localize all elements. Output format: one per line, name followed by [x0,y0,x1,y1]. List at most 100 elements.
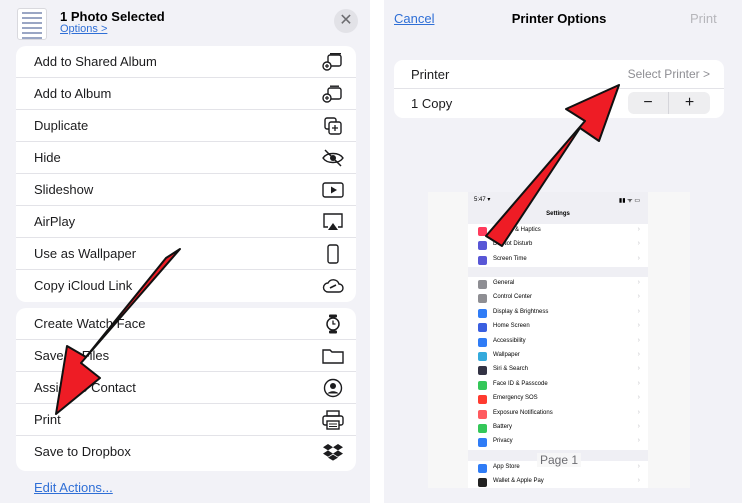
settings-app-icon [478,294,487,304]
list-item-label: Privacy [493,438,513,445]
chevron-right-icon: › [637,408,640,416]
share-sheet-header: 1 Photo Selected Options > ✕ [0,0,370,45]
list-item-label: Wallpaper [493,351,520,358]
action-label: Use as Wallpaper [34,246,137,261]
action-create-watch-face[interactable]: Create Watch Face [16,308,356,340]
action-add-to-album[interactable]: Add to Album [16,78,356,110]
action-label: Assign to Contact [34,380,136,395]
chevron-right-icon: › [637,477,640,485]
options-link[interactable]: Options > [60,23,107,35]
airplay-icon [323,213,343,230]
edit-actions-link[interactable]: Edit Actions... [34,480,113,495]
action-save-to-files[interactable]: Save to Files [16,340,356,372]
copies-row: 1 Copy − + [394,89,724,118]
chevron-right-icon: › [637,307,640,315]
selection-title: 1 Photo Selected [60,9,165,24]
printer-icon [322,410,344,430]
list-item: Battery › [468,421,648,435]
action-assign-to-contact[interactable]: Assign to Contact [16,372,356,404]
list-item: General › [468,277,648,291]
add-album-icon [322,85,342,103]
list-item: Face ID & Passcode › [468,378,648,392]
action-label: AirPlay [34,214,76,229]
list-item-label: Face ID & Passcode [493,380,548,387]
slideshow-play-icon [322,182,344,198]
action-duplicate[interactable]: Duplicate [16,110,356,142]
cloud-link-icon [322,279,344,293]
print-button[interactable]: Print [690,11,717,26]
list-item-label: Siri & Search [493,366,529,373]
action-hide[interactable]: Hide [16,142,356,174]
list-item: Wallet & Apple Pay › [468,475,648,488]
action-copy-icloud-link[interactable]: Copy iCloud Link [16,270,356,302]
actions-group-primary: Add to Shared Album Add to Album Duplica… [16,46,356,302]
settings-app-icon [478,351,487,361]
list-item-label: Wallet & Apple Pay [493,478,544,485]
settings-group-a: Sounds & Haptics › Do Not Disturb › Screen… [468,224,648,268]
list-item: Control Center › [468,291,648,305]
folder-icon [322,349,344,364]
hide-eye-icon [322,149,344,167]
share-sheet-panel: 1 Photo Selected Options > ✕ Add to Shar… [0,0,370,503]
actions-group-secondary: Create Watch Face Save to Files Assign t… [16,308,356,471]
list-item: Screen Time › [468,253,648,267]
action-label: Print [34,412,61,427]
action-label: Save to Dropbox [34,444,131,459]
list-item: Sounds & Haptics › [468,224,648,238]
chevron-right-icon: › [637,279,640,286]
list-item-label: Screen Time [493,255,527,262]
duplicate-icon [324,117,342,135]
list-item: Exposure Notifications › [468,407,648,421]
printer-options-panel: Cancel Printer Options Print Printer Sel… [384,0,742,503]
settings-app-icon [478,395,487,405]
settings-app-icon [478,280,487,289]
settings-app-icon [478,255,487,265]
action-airplay[interactable]: AirPlay [16,206,356,238]
action-use-as-wallpaper[interactable]: Use as Wallpaper [16,238,356,270]
action-label: Add to Album [34,86,112,101]
settings-app-icon [478,227,487,236]
settings-app-icon [478,478,487,488]
close-button[interactable]: ✕ [334,9,358,33]
settings-app-icon [478,308,487,318]
settings-group-b: General › Control Center › Display & Brigh… [468,277,648,450]
chevron-right-icon: › [637,226,640,233]
action-slideshow[interactable]: Slideshow [16,174,356,206]
settings-app-icon [478,366,487,376]
action-label: Hide [34,150,61,165]
action-label: Slideshow [34,182,94,197]
chevron-right-icon: › [637,350,640,358]
action-add-to-shared-album[interactable]: Add to Shared Album [16,46,356,78]
chevron-right-icon: › [637,322,640,330]
settings-app-icon [478,323,487,333]
list-item: Home Screen › [468,320,648,334]
list-item-label: Control Center [493,294,533,301]
settings-app-icon [478,409,487,419]
list-item: Accessibility › [468,335,648,349]
list-item-label: Display & Brightness [493,308,549,315]
increment-button[interactable]: + [669,92,710,114]
status-time: 5:47 ▾ [474,197,491,203]
page-title: Printer Options [511,11,607,26]
select-printer-value: Select Printer > [627,67,710,81]
status-indicators: ▮▮ ᯤ ▭ [618,198,640,204]
chevron-right-icon: › [637,437,640,445]
watch-icon [326,314,340,334]
list-item: Do Not Disturb › [468,238,648,252]
decrement-button[interactable]: − [628,92,669,114]
phone-icon [327,244,339,264]
settings-screenshot-preview: 5:47 ▾ ▮▮ ᯤ ▭ Settings Sounds & Haptics ›… [468,192,648,488]
list-item-label: Exposure Notifications [493,409,553,416]
list-item-label: Battery [493,423,513,430]
chevron-right-icon: › [637,422,640,430]
settings-app-icon [478,423,487,433]
print-preview-page[interactable]: 5:47 ▾ ▮▮ ᯤ ▭ Settings Sounds & Haptics ›… [428,192,690,488]
copies-stepper: − + [628,92,710,114]
action-save-to-dropbox[interactable]: Save to Dropbox [16,436,356,468]
printer-select-row[interactable]: Printer Select Printer > [394,60,724,89]
list-item-label: Accessibility [493,337,526,344]
shared-album-icon [322,53,342,71]
printer-settings-group: Printer Select Printer > 1 Copy − + [394,60,724,118]
chevron-right-icon: › [637,240,640,248]
action-print[interactable]: Print [16,404,356,436]
